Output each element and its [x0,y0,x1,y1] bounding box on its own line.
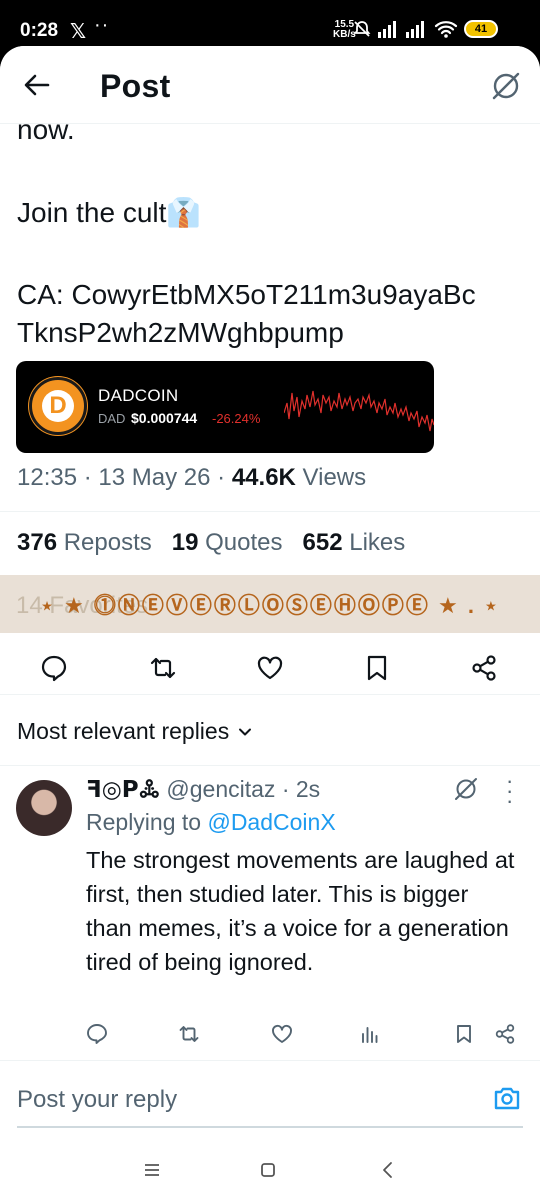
post-contract-line: CA: CowyrEtbMX5oT211m3u9ayaBc [17,279,476,310]
bookmark-icon[interactable] [453,1023,475,1045]
reply-text: The strongest movements are laughed at f… [86,847,515,975]
reply-action-bar [0,1023,540,1053]
post-text-line: Join the cult👔 [17,197,202,228]
token-change: -26.24% [212,411,261,426]
post-action-bar [0,646,540,686]
notification-dots: ·· [94,14,110,36]
quotes-stat[interactable]: 19 Quotes [172,529,283,556]
share-icon[interactable] [470,654,498,682]
reply-time: 2s [295,776,321,802]
status-icons: 41 [352,18,498,40]
reply-author-name[interactable]: ꟻ◎ꓑꔆ [86,776,160,802]
token-symbol: DAD [98,411,126,426]
quotes-count: 19 [171,529,199,556]
post-timestamp: 12:35 · 13 May 26 · 44.6K Views [17,464,366,492]
system-navigation-bar [0,1146,540,1200]
top-app-bar: Post [0,46,540,124]
repost-icon[interactable] [178,1023,200,1045]
page-title: Post [100,68,171,104]
menu-icon[interactable] [142,1160,162,1180]
post-time: 12:35 [17,464,78,491]
grok-icon[interactable] [453,776,479,802]
engagement-stats: 376 Reposts 19 Quotes 652 Likes [17,529,405,557]
reply-icon[interactable] [40,654,68,682]
mute-bell-icon [353,21,371,37]
arrow-left-icon[interactable] [22,70,52,100]
price-sparkline [284,390,434,432]
post-screen: Post now. Join the cult👔 CA: CowyrEtbMX5… [0,46,540,1200]
analytics-icon[interactable] [359,1023,381,1045]
chevron-down-icon [239,728,252,735]
reply-input-underline [17,1126,523,1128]
bitcoin-d-icon: D [42,390,74,422]
token-name: DADCOIN [98,386,179,405]
repost-icon[interactable] [149,654,177,682]
likes-count: 652 [302,529,343,556]
like-icon[interactable] [271,1023,293,1045]
replies-sort-dropdown[interactable]: Most relevant replies [17,718,253,745]
signal-icon [378,21,396,38]
views-label: Views [302,464,367,491]
divider [0,694,540,695]
likes-stat[interactable]: 652 Likes [303,529,406,556]
reply-author-handle[interactable]: @gencitaz [166,776,275,802]
divider [0,511,540,512]
wifi-icon [434,21,458,38]
replying-to-label: Replying to [86,809,202,835]
more-options-icon[interactable]: · · · [506,770,513,812]
separator-dot: · [281,776,290,802]
reply-header: ꟻ◎ꓑꔆ @gencitaz · 2s [86,776,320,803]
like-icon[interactable] [256,654,284,682]
camera-icon[interactable] [493,1084,521,1112]
token-card[interactable]: D DADCOIN DAD $0.000744 -26.24% [16,361,434,453]
home-square-icon[interactable] [258,1160,278,1180]
token-price: $0.000744 [131,410,198,426]
status-time: 0:28 [20,20,59,41]
replies-sort-label: Most relevant replies [17,718,230,744]
banner-text: ⋆ ★ ⓵ⓃⒺⓋⒺⓇⓁⓄⓈⒺⒽⓄⓅⒺ ★ . ⋆ [40,593,500,618]
share-icon[interactable] [494,1023,516,1045]
replying-to: Replying to @DadCoinX [86,809,336,836]
reposts-count: 376 [17,529,58,556]
battery-icon: 41 [464,20,498,38]
profile-banner-overlay: 14 Favorites ⋆ ★ ⓵ⓃⒺⓋⒺⓇⓁⓄⓈⒺⒽⓄⓅⒺ ★ . ⋆ [0,575,540,633]
signal-icon [406,21,424,38]
post-date: 13 May 26 [98,464,211,491]
divider [0,765,540,766]
likes-label: Likes [349,529,406,556]
back-chevron-icon[interactable] [378,1160,398,1180]
x-logo-icon: 𝕏 [70,21,87,43]
views-count: 44.6K [231,464,296,491]
avatar[interactable] [16,780,72,836]
divider [0,1060,540,1061]
quotes-label: Quotes [205,529,283,556]
replying-to-handle[interactable]: @DadCoinX [207,809,335,835]
separator-dot: · [83,464,92,491]
reply-input[interactable]: Post your reply [17,1086,177,1114]
post-contract-line: TknsP2wh2zMWghbpump [17,317,344,348]
separator-dot: · [217,464,226,491]
dadcoin-logo: D [29,377,87,435]
grok-icon[interactable] [490,70,522,102]
reposts-label: Reposts [63,529,152,556]
reposts-stat[interactable]: 376 Reposts [17,529,152,556]
reply-icon[interactable] [86,1023,108,1045]
bookmark-icon[interactable] [363,654,391,682]
